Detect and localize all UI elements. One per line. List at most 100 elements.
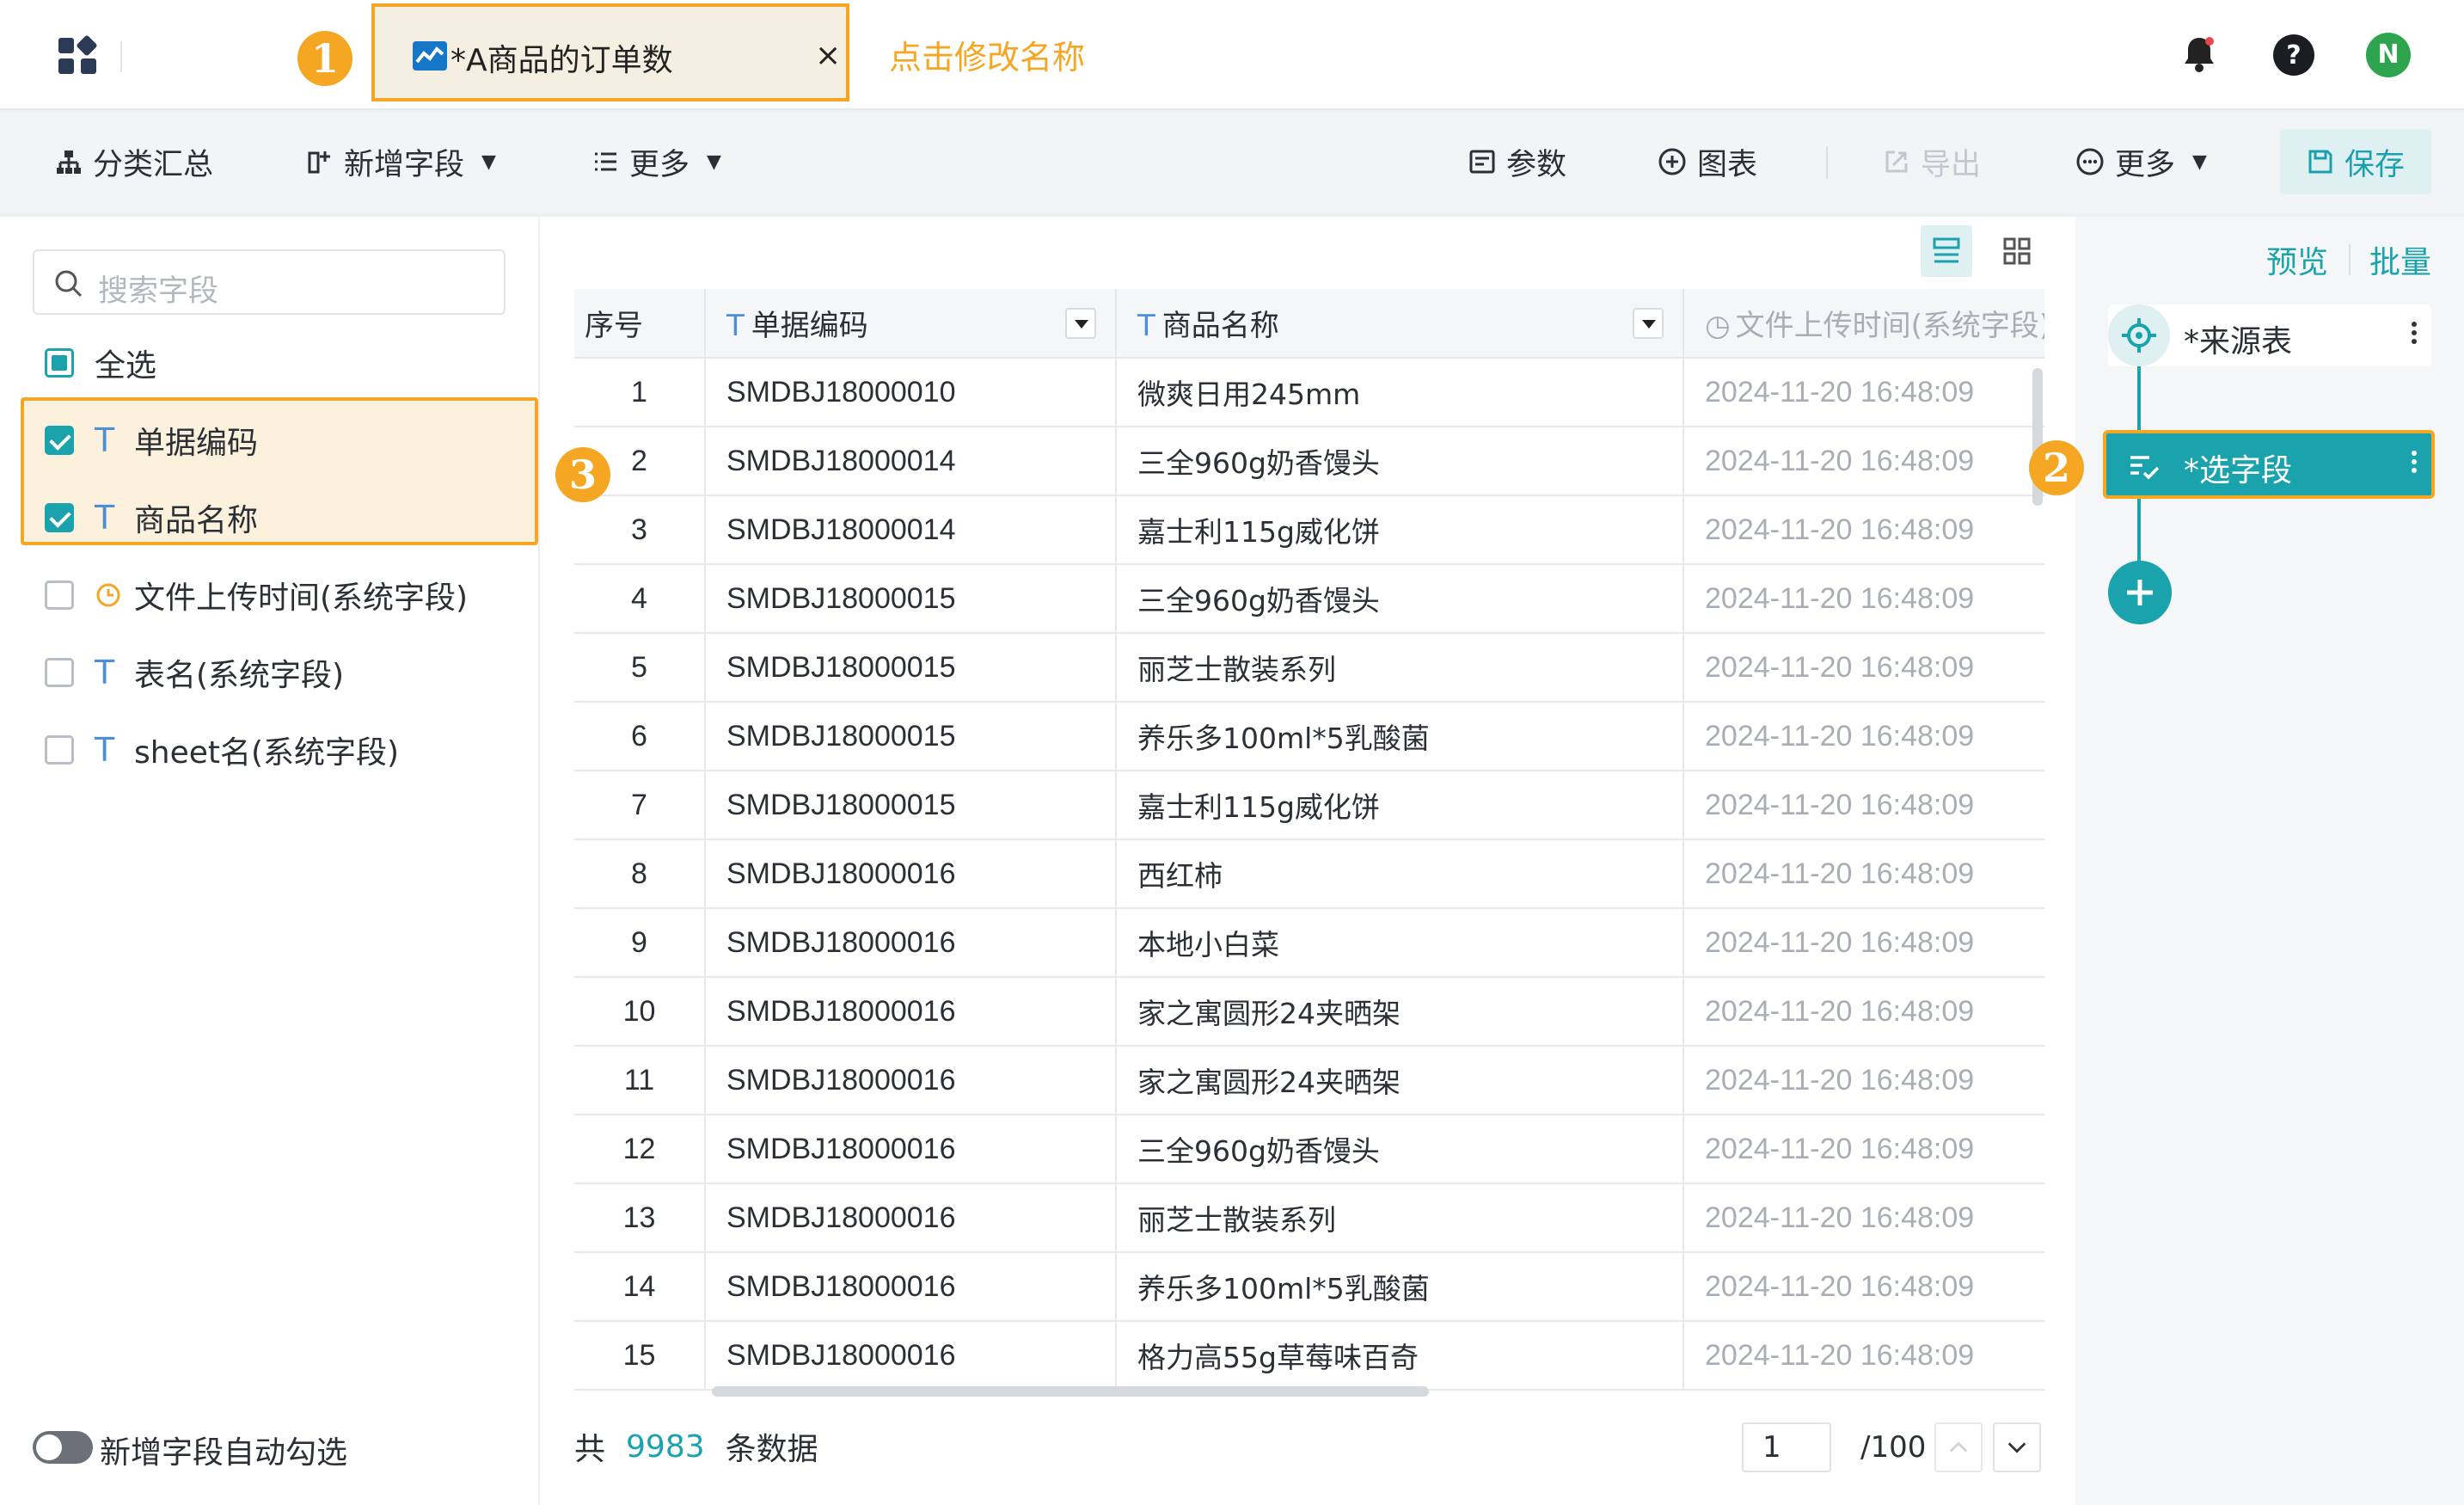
node-menu-icon[interactable] (2406, 447, 2423, 482)
batch-link[interactable]: 批量 (2369, 237, 2431, 282)
auto-check-toggle[interactable] (33, 1431, 93, 1464)
clock-icon (96, 583, 120, 607)
user-avatar[interactable]: N (2366, 33, 2411, 77)
add-field-label: 新增字段 (344, 147, 465, 182)
flow-node-select-fields[interactable]: *选字段 (2103, 430, 2435, 499)
export-button[interactable]: 导出 (1883, 138, 1981, 186)
chevron-up-icon[interactable] (1934, 1422, 1983, 1472)
table-row[interactable]: 3 SMDBJ18000014 嘉士利115g威化饼 2024-11-20 16:48… (574, 495, 2044, 565)
tab-title[interactable]: *A商品的订单数 (451, 35, 673, 80)
field-item-document-code[interactable]: T 单据编码 (45, 415, 258, 466)
help-icon[interactable]: ? (2270, 31, 2318, 79)
horizontal-scrollbar[interactable] (712, 1386, 1429, 1397)
row-document-code: SMDBJ18000015 (705, 633, 1117, 703)
column-header-upload-time[interactable]: ◷ 文件上传时间(系统字段) (1683, 289, 2044, 359)
select-all-checkbox[interactable] (45, 348, 74, 378)
column-dropdown-icon[interactable] (1633, 308, 1664, 339)
table-row[interactable]: 11 SMDBJ18000016 家之寓圆形24夹晒架 2024-11-20 16:4… (574, 1046, 2044, 1115)
auto-check-label: 新增字段自动勾选 (100, 1435, 348, 1471)
field-checkbox[interactable] (45, 735, 74, 765)
row-document-code: SMDBJ18000010 (705, 358, 1117, 427)
table-row[interactable]: 9 SMDBJ18000016 本地小白菜 2024-11-20 16:48:09 (574, 908, 2044, 978)
apps-grid-icon[interactable] (57, 34, 100, 77)
table-row[interactable]: 12 SMDBJ18000016 三全960g奶香馒头 2024-11-20 16:4… (574, 1115, 2044, 1184)
row-product-name: 家之寓圆形24夹晒架 (1116, 977, 1684, 1047)
add-column-icon (308, 151, 330, 174)
row-document-code: SMDBJ18000014 (705, 495, 1117, 565)
table-row[interactable]: 14 SMDBJ18000016 养乐多100ml*5乳酸菌 2024-11-20 1… (574, 1252, 2044, 1322)
column-header-document-code[interactable]: T 单据编码 (705, 289, 1117, 359)
params-label: 参数 (1506, 147, 1567, 182)
more-menu-right[interactable]: 更多 ▼ (2075, 138, 2207, 186)
step-badge-2: 2 (2029, 440, 2084, 495)
flow-node-source-table[interactable]: *来源表 (2108, 304, 2431, 366)
table-row[interactable]: 8 SMDBJ18000016 西红柿 2024-11-20 16:48:09 (574, 839, 2044, 909)
export-icon (1885, 150, 1908, 173)
row-upload-time: 2024-11-20 16:48:09 (1683, 839, 2044, 909)
row-document-code: SMDBJ18000016 (705, 1321, 1117, 1391)
table-row[interactable]: 1 SMDBJ18000010 微爽日用245mm 2024-11-20 16:48:… (574, 358, 2044, 427)
page-number-input[interactable]: 1 (1742, 1422, 1831, 1472)
group-summary-button[interactable]: 分类汇总 (55, 138, 213, 186)
row-upload-time: 2024-11-20 16:48:09 (1683, 977, 2044, 1047)
table-row[interactable]: 15 SMDBJ18000016 格力高55g草莓味百奇 2024-11-20 16:… (574, 1321, 2044, 1391)
text-type-icon: T (1137, 309, 1155, 343)
table-row[interactable]: 4 SMDBJ18000015 三全960g奶香馒头 2024-11-20 16:48… (574, 564, 2044, 634)
field-checkbox[interactable] (45, 658, 74, 687)
caret-down-icon: ▼ (707, 150, 721, 173)
row-product-name: 三全960g奶香馒头 (1116, 1115, 1684, 1184)
text-type-icon: T (95, 499, 115, 537)
table-row[interactable]: 10 SMDBJ18000016 家之寓圆形24夹晒架 2024-11-20 16:4… (574, 977, 2044, 1047)
tab-close-icon[interactable]: × (815, 38, 841, 73)
table-row[interactable]: 6 SMDBJ18000015 养乐多100ml*5乳酸菌 2024-11-20 16… (574, 702, 2044, 771)
add-node-icon[interactable] (2108, 561, 2172, 624)
field-item-upload-time[interactable]: 文件上传时间(系统字段) (45, 569, 468, 621)
column-title: 单据编码 (751, 309, 868, 343)
chart-button[interactable]: 图表 (1658, 138, 1757, 186)
add-field-button[interactable]: 新增字段 ▼ (306, 138, 496, 186)
field-checkbox[interactable] (45, 580, 74, 610)
document-tab[interactable]: *A商品的订单数 × (371, 3, 849, 101)
select-all-row[interactable]: 全选 (45, 337, 156, 389)
grid-view-icon[interactable] (1991, 225, 2043, 277)
row-document-code: SMDBJ18000016 (705, 977, 1117, 1047)
field-label: 文件上传时间(系统字段) (134, 580, 469, 616)
params-button[interactable]: 参数 (1468, 138, 1566, 186)
row-upload-time: 2024-11-20 16:48:09 (1683, 427, 2044, 496)
field-item-table-name[interactable]: T 表名(系统字段) (45, 647, 344, 698)
node-menu-icon[interactable] (2406, 318, 2423, 353)
row-seq: 14 (574, 1252, 706, 1322)
column-title: 文件上传时间(系统字段) (1735, 309, 2044, 343)
preview-link[interactable]: 预览 (2266, 237, 2328, 282)
text-type-icon: T (95, 421, 115, 459)
row-upload-time: 2024-11-20 16:48:09 (1683, 1252, 2044, 1322)
field-search-input[interactable]: 搜索字段 (33, 249, 506, 315)
total-prefix: 共 (574, 1432, 606, 1467)
toolbar-divider (1826, 146, 1828, 179)
row-document-code: SMDBJ18000016 (705, 1183, 1117, 1253)
field-checkbox[interactable] (45, 503, 74, 532)
save-button[interactable]: 保存 (2280, 129, 2431, 194)
field-item-product-name[interactable]: T 商品名称 (45, 492, 258, 544)
row-seq: 11 (574, 1046, 706, 1115)
column-header-product-name[interactable]: T 商品名称 (1116, 289, 1684, 359)
field-label: 表名(系统字段) (134, 658, 345, 693)
chevron-down-icon[interactable] (1993, 1422, 2041, 1472)
field-checkbox[interactable] (45, 426, 74, 455)
column-dropdown-icon[interactable] (1065, 308, 1096, 339)
search-placeholder: 搜索字段 (98, 274, 219, 309)
row-seq: 15 (574, 1321, 706, 1391)
table-row[interactable]: 5 SMDBJ18000015 丽芝士散装系列 2024-11-20 16:48:09 (574, 633, 2044, 703)
table-row[interactable]: 13 SMDBJ18000016 丽芝士散装系列 2024-11-20 16:48:0… (574, 1183, 2044, 1253)
row-upload-time: 2024-11-20 16:48:09 (1683, 564, 2044, 634)
notification-bell-icon[interactable] (2175, 31, 2223, 79)
table-row[interactable]: 7 SMDBJ18000015 嘉士利115g威化饼 2024-11-20 16:48… (574, 771, 2044, 840)
table-row[interactable]: 2 SMDBJ18000014 三全960g奶香馒头 2024-11-20 16:48… (574, 427, 2044, 496)
field-item-sheet-name[interactable]: T sheet名(系统字段) (45, 724, 399, 776)
row-product-name: 养乐多100ml*5乳酸菌 (1116, 1252, 1684, 1322)
list-view-icon[interactable] (1921, 225, 1972, 277)
panel-divider (538, 249, 540, 1479)
row-upload-time: 2024-11-20 16:48:09 (1683, 633, 2044, 703)
more-menu-left[interactable]: 更多 ▼ (591, 138, 721, 186)
row-product-name: 三全960g奶香馒头 (1116, 564, 1684, 634)
